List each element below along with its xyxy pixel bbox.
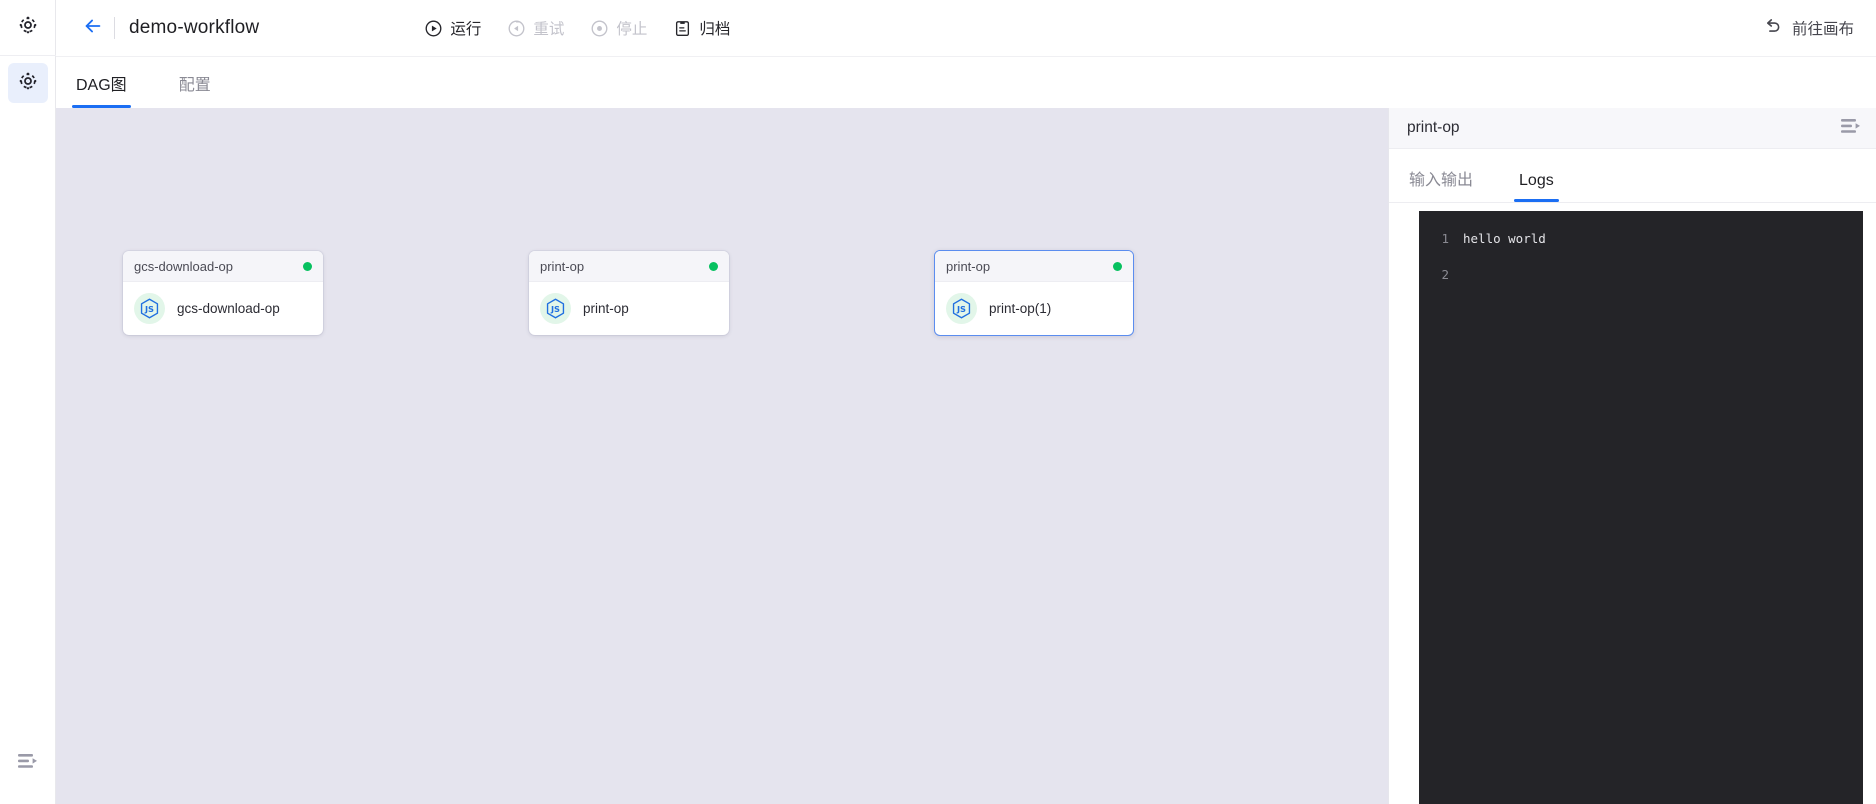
view-tabs: DAG图 配置 <box>56 56 1876 108</box>
details-panel-tabs: 输入输出 Logs <box>1389 149 1876 203</box>
node-label: print-op(1) <box>989 301 1052 316</box>
nodejs-js-icon: JS <box>540 293 571 324</box>
go-to-canvas-label: 前往画布 <box>1791 21 1854 38</box>
log-viewer[interactable]: 1 hello world 2 <box>1419 211 1863 804</box>
go-to-canvas-button[interactable]: 前往画布 <box>1762 15 1854 41</box>
log-line: 2 <box>1419 257 1863 293</box>
tab-input-output-label: 输入输出 <box>1409 172 1474 189</box>
undo-arrow-icon <box>1762 15 1783 41</box>
node-header: print-op <box>529 251 729 282</box>
log-line-number: 2 <box>1441 267 1449 282</box>
status-badge <box>1113 261 1122 271</box>
log-line: 1 hello world <box>1419 221 1863 257</box>
node-header-title: gcs-download-op <box>134 258 234 274</box>
nodejs-js-icon: JS <box>134 293 165 324</box>
workspace-icon <box>17 14 39 41</box>
node-header: gcs-download-op <box>123 251 323 282</box>
collapse-panel-icon <box>17 751 39 776</box>
svg-text:JS: JS <box>550 304 560 314</box>
tab-dag-label: DAG图 <box>76 77 127 94</box>
panel-collapse-button[interactable] <box>1840 116 1862 141</box>
node-header: print-op <box>935 251 1133 282</box>
node-header-title: print-op <box>540 258 585 274</box>
tab-dag[interactable]: DAG图 <box>72 71 131 108</box>
page-title: demo-workflow <box>129 17 260 38</box>
toolbar-divider <box>114 17 115 39</box>
tab-logs-label: Logs <box>1519 172 1554 189</box>
rail-divider <box>0 55 56 56</box>
run-button-label: 运行 <box>450 21 482 38</box>
retry-button[interactable]: 重试 <box>507 17 564 39</box>
node-body: JS gcs-download-op <box>123 282 323 335</box>
dag-node-print-op[interactable]: print-op JS print-op <box>529 251 729 335</box>
node-body: JS print-op(1) <box>935 282 1133 335</box>
dag-graph: gcs-download-op JS gcs-download-op print… <box>56 108 1388 804</box>
settings-icon <box>17 70 39 97</box>
toolbar-actions: 运行 重试 停止 归档 <box>424 17 730 39</box>
log-line-number: 1 <box>1441 231 1449 246</box>
content-area: gcs-download-op JS gcs-download-op print… <box>56 108 1876 804</box>
svg-text:JS: JS <box>144 304 154 314</box>
tab-config[interactable]: 配置 <box>177 71 213 108</box>
rail-item-settings[interactable] <box>7 63 48 103</box>
node-header-title: print-op <box>946 258 991 274</box>
left-rail <box>0 0 56 804</box>
log-container: 1 hello world 2 <box>1389 203 1876 804</box>
tab-config-label: 配置 <box>178 77 211 94</box>
archive-icon <box>673 19 692 38</box>
rail-collapse-button[interactable] <box>0 751 56 776</box>
main-column: demo-workflow 运行 重试 停止 归档 前往画布 DAG图 配置 g… <box>56 0 1876 804</box>
stop-button-label: 停止 <box>616 21 648 38</box>
status-badge <box>709 261 718 271</box>
stop-circle-icon <box>590 19 609 38</box>
rail-item-workspace[interactable] <box>8 7 48 47</box>
back-arrow-icon <box>82 15 104 42</box>
back-button[interactable] <box>74 9 112 47</box>
dag-edges <box>56 108 356 258</box>
tab-input-output[interactable]: 输入输出 <box>1407 166 1475 202</box>
retry-circle-icon <box>507 19 526 38</box>
stop-button[interactable]: 停止 <box>590 17 647 39</box>
node-label: gcs-download-op <box>177 301 280 316</box>
retry-button-label: 重试 <box>533 21 565 38</box>
archive-button-label: 归档 <box>699 21 731 38</box>
nodejs-js-icon: JS <box>946 293 977 324</box>
top-toolbar: demo-workflow 运行 重试 停止 归档 前往画布 <box>56 0 1876 56</box>
run-button[interactable]: 运行 <box>424 17 481 39</box>
dag-canvas[interactable]: gcs-download-op JS gcs-download-op print… <box>56 108 1388 804</box>
dag-node-print-op-1[interactable]: print-op JS print-op(1) <box>934 250 1134 336</box>
archive-button[interactable]: 归档 <box>673 17 730 39</box>
status-badge <box>303 261 312 271</box>
svg-text:JS: JS <box>956 304 966 314</box>
tab-logs[interactable]: Logs <box>1514 172 1559 202</box>
details-panel-title: print-op <box>1407 119 1460 136</box>
node-body: JS print-op <box>529 282 729 335</box>
play-circle-icon <box>424 19 443 38</box>
node-label: print-op <box>583 301 629 316</box>
app-root: demo-workflow 运行 重试 停止 归档 前往画布 DAG图 配置 g… <box>0 0 1876 804</box>
collapse-panel-icon <box>1840 116 1862 141</box>
details-panel: print-op 输入输出 Logs 1 hello world 2 <box>1388 108 1876 804</box>
log-line-text: hello world <box>1463 231 1546 246</box>
details-panel-header: print-op <box>1389 108 1876 149</box>
dag-node-gcs-download-op[interactable]: gcs-download-op JS gcs-download-op <box>123 251 323 335</box>
